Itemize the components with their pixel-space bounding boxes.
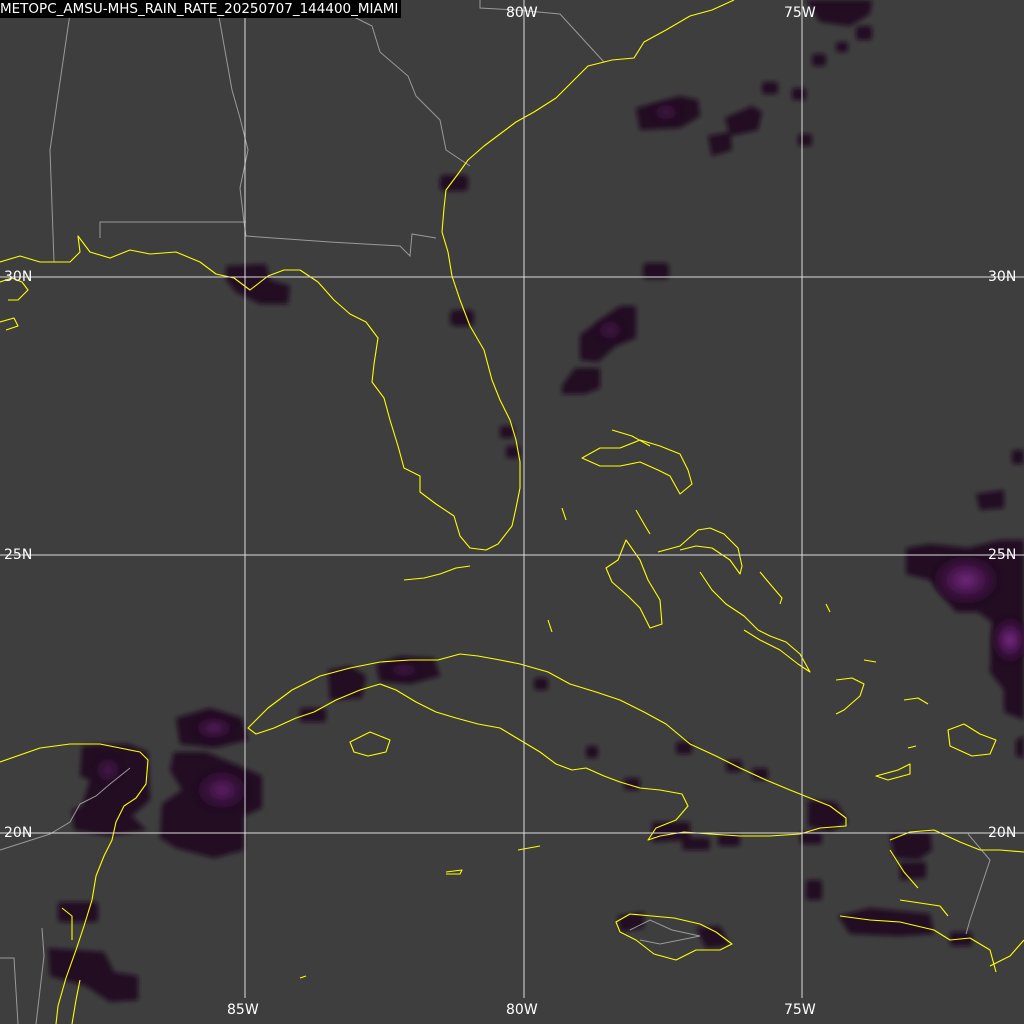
rain-core (596, 318, 624, 342)
lat-lon-grid (0, 0, 1024, 998)
rain-cell (798, 134, 812, 146)
rain-cell (838, 908, 934, 936)
coastline-bahamas (699, 571, 811, 673)
rain-cell (836, 42, 848, 52)
coastline-bahamas (825, 603, 877, 715)
rain-cell (450, 310, 474, 326)
border-line (479, 0, 605, 63)
rain-cell (812, 54, 826, 66)
rain-core (194, 716, 234, 740)
image-title: METOPC_AMSU-MHS_RAIN_RATE_20250707_14440… (0, 0, 402, 18)
rain-rate-layer (48, 0, 1024, 1002)
rain-cell (696, 926, 730, 948)
rain-rate-intense (94, 102, 1024, 810)
lat-label-right-30n: 30N (988, 269, 1017, 285)
border-line (339, 9, 471, 167)
rain-cell (792, 88, 806, 100)
border-line (49, 0, 73, 263)
rain-cell (976, 490, 1004, 510)
coastlines (0, 0, 1024, 1024)
lon-label-top-80w: 80W (506, 5, 538, 21)
rain-core (94, 756, 122, 784)
rain-cell (1016, 736, 1024, 758)
border-line (215, 0, 437, 258)
coastline-bahamas (947, 723, 997, 757)
coastline-us-gulf (0, 0, 735, 551)
political-borders (0, 0, 991, 1024)
rain-cell (682, 838, 710, 850)
rain-cell (725, 106, 762, 136)
rain-cell (762, 82, 778, 94)
rain-cell (562, 368, 600, 394)
coastline-islands (299, 845, 541, 979)
coastline-hispaniola (839, 829, 1024, 973)
rain-core (934, 556, 998, 604)
map-svg (0, 0, 1024, 1024)
rain-core (196, 770, 248, 810)
lon-label-top-75w: 75W (784, 5, 816, 21)
rain-cell (800, 832, 822, 844)
coastline-bahamas (875, 745, 917, 781)
coastline-isle-of-youth (349, 731, 391, 757)
lon-label-bottom-80w: 80W (506, 1002, 538, 1018)
coastline-bahamas (903, 697, 929, 705)
lat-label-right-25n: 25N (988, 547, 1017, 563)
rain-core (388, 662, 420, 678)
coastline-mexico (0, 277, 29, 331)
map-canvas: METOPC_AMSU-MHS_RAIN_RATE_20250707_14440… (0, 0, 1024, 1024)
rain-cell (856, 26, 872, 40)
border-line (0, 957, 19, 1024)
lat-label-left-25n: 25N (4, 547, 33, 563)
rain-cell (534, 678, 548, 690)
lon-label-bottom-85w: 85W (227, 1002, 259, 1018)
rain-cell (806, 880, 822, 900)
rain-cell (890, 832, 932, 860)
coastline-bahamas (759, 571, 783, 605)
rain-cell (708, 132, 732, 156)
coastline-bahamas (635, 509, 651, 535)
coastline-keys (403, 565, 471, 581)
border-line (99, 221, 246, 238)
rain-cell (586, 746, 598, 758)
coastline-bahamas (581, 439, 693, 495)
rain-cell (440, 175, 468, 191)
coastline-bahamas (547, 507, 567, 633)
lat-label-left-30n: 30N (4, 269, 33, 285)
lat-label-left-20n: 20N (4, 825, 33, 841)
lat-label-right-20n: 20N (988, 825, 1017, 841)
border-line (35, 927, 45, 1024)
coastline-bahamas (605, 539, 663, 629)
coastline-bahamas (657, 527, 743, 575)
lon-label-bottom-75w: 75W (784, 1002, 816, 1018)
rain-cell (1012, 450, 1024, 464)
rain-cell (752, 768, 768, 780)
rain-core (652, 102, 680, 122)
rain-cell (58, 902, 98, 922)
